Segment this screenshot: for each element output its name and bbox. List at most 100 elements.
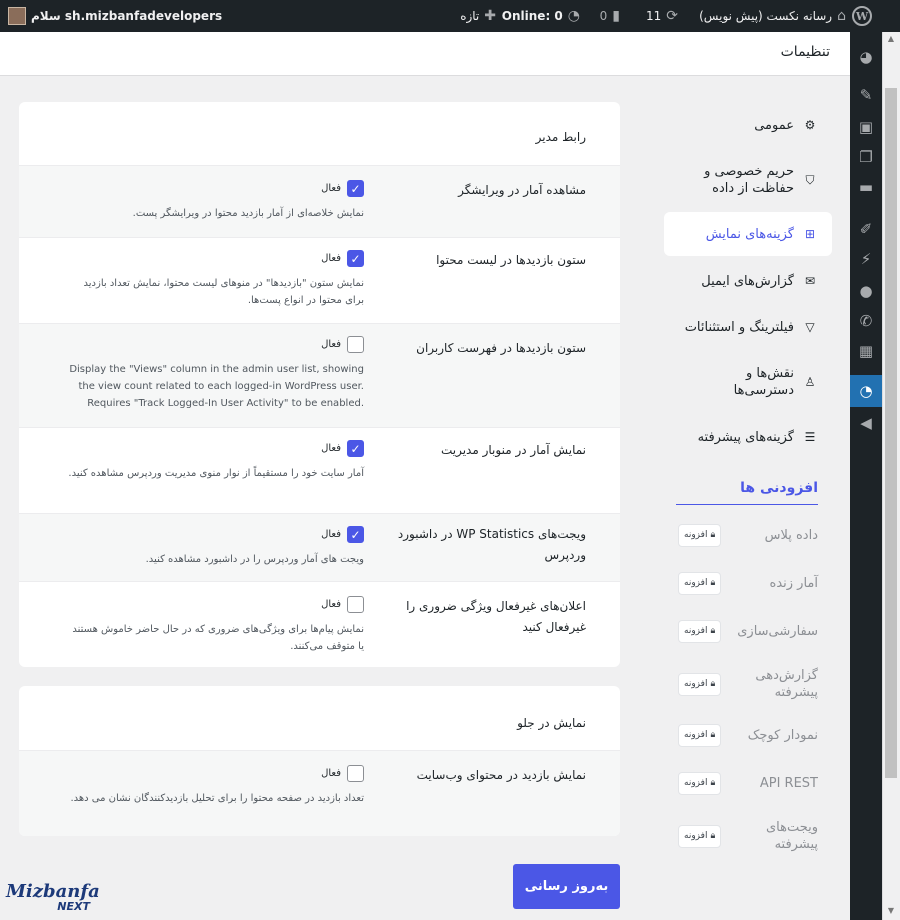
dashboard-icon[interactable]: ◕ bbox=[850, 44, 882, 70]
site-name-menu[interactable]: ⌂ رسانه نکست (پیش نویس) bbox=[699, 0, 846, 32]
shield-icon: ⛉ bbox=[805, 172, 815, 187]
enable-checkbox[interactable]: ✓ bbox=[347, 180, 364, 197]
card-title: نمایش در جلو bbox=[517, 716, 586, 730]
grid-icon: ⊞ bbox=[804, 226, 816, 241]
addon-badge: 🔒︎ افزونه bbox=[678, 672, 722, 696]
enable-checkbox[interactable] bbox=[347, 596, 364, 613]
enable-checkbox[interactable]: ✓ bbox=[347, 440, 364, 457]
addon-label: نمودار کوچک bbox=[747, 727, 818, 743]
lock-icon: 🔒︎ bbox=[710, 625, 716, 636]
brand-line2: NEXT bbox=[57, 900, 90, 913]
enable-checkbox[interactable] bbox=[347, 336, 364, 353]
plus-icon: ✚ bbox=[484, 8, 496, 24]
nav-label: عمومی bbox=[754, 117, 794, 133]
scroll-thumb[interactable] bbox=[885, 88, 897, 778]
tools-icon[interactable]: ✆ bbox=[850, 308, 882, 334]
addon-label: سفارشی‌سازی bbox=[737, 623, 818, 639]
badge-label: افزونه bbox=[684, 729, 708, 740]
nav-roles[interactable]: ♙ نقش‌ها و دسترسی‌ها bbox=[664, 364, 832, 400]
lock-icon: 🔒︎ bbox=[710, 678, 716, 689]
enable-checkbox[interactable] bbox=[347, 765, 364, 782]
badge-label: افزونه bbox=[684, 777, 708, 788]
nav-filtering[interactable]: ▽ فیلترینگ و استثنائات bbox=[664, 318, 832, 336]
comments-menu[interactable]: ▮ 0 bbox=[600, 0, 620, 32]
updates-menu[interactable]: ⟳ 11 bbox=[646, 0, 678, 32]
wordpress-icon: W bbox=[852, 6, 872, 26]
online-count: Online: 0 bbox=[501, 9, 563, 23]
setting-control: فعال تعداد بازدید در صفحه محتوا را برای … bbox=[64, 765, 364, 807]
sliders-icon: ☰ bbox=[804, 429, 816, 444]
addon-mini-chart[interactable]: نمودار کوچک 🔒︎ افزونه bbox=[664, 723, 832, 747]
comments-icon[interactable]: ▬ bbox=[850, 174, 882, 200]
addon-customization[interactable]: سفارشی‌سازی 🔒︎ افزونه bbox=[664, 619, 832, 643]
pages-icon[interactable]: ❐ bbox=[850, 144, 882, 170]
checkbox-label: فعال bbox=[321, 768, 341, 779]
setting-row-disabled-notices: اعلان‌های غیرفعال ویژگی ضروری را غیرفعال… bbox=[19, 581, 620, 667]
scroll-down-icon[interactable]: ▼ bbox=[886, 906, 896, 916]
users-icon[interactable]: ● bbox=[850, 278, 882, 304]
lock-icon: 🔒︎ bbox=[710, 577, 716, 588]
nav-label: نقش‌ها و دسترسی‌ها bbox=[733, 366, 794, 398]
addon-advanced-reporting[interactable]: گزارش‌دهی پیشرفته 🔒︎ افزونه bbox=[664, 666, 832, 702]
setting-description: نمایش خلاصه‌ای از آمار بازدید محتوا در و… bbox=[132, 208, 364, 219]
enable-checkbox[interactable]: ✓ bbox=[347, 250, 364, 267]
update-button[interactable]: به‌روز رسانی bbox=[513, 864, 620, 909]
home-icon: ⌂ bbox=[837, 8, 846, 24]
nav-privacy[interactable]: ⛉ حریم خصوصی و حفاظت از داده bbox=[664, 162, 832, 198]
nav-general[interactable]: ⚙ عمومی bbox=[664, 116, 832, 134]
brand-line1: Mizbanfa bbox=[6, 881, 100, 902]
plugins-icon[interactable]: ⚡ bbox=[850, 246, 882, 272]
wp-logo-menu[interactable]: W bbox=[852, 0, 872, 32]
badge-label: افزونه bbox=[684, 625, 708, 636]
lock-icon: 🔒︎ bbox=[710, 529, 716, 540]
page-header: تنظیمات bbox=[0, 32, 850, 76]
setting-row-views-column: ستون بازدیدها در لیست محتوا ✓ فعال نمایش … bbox=[19, 237, 620, 323]
admin-menu: ◕ ✎ ▣ ❐ ▬ ✐ ⚡ ● ✆ ▦ ◔ ◀ bbox=[850, 32, 882, 920]
brand-logo: Mizbanfa NEXT bbox=[6, 881, 100, 915]
page-scrollbar[interactable]: ▲ ▼ bbox=[882, 32, 900, 920]
badge-label: افزونه bbox=[684, 678, 708, 689]
frontend-display-card: نمایش در جلو نمایش بازدید در محتوای وب‌س… bbox=[19, 686, 620, 836]
setting-row-frontend-views: نمایش بازدید در محتوای وب‌سایت فعال تعدا… bbox=[19, 750, 620, 836]
pin-icon[interactable]: ✎ bbox=[850, 82, 882, 108]
addon-label: ویجت‌های پیشرفته bbox=[765, 820, 818, 852]
my-account-menu[interactable]: سلام sh.mizbanfadevelopers bbox=[8, 0, 222, 32]
updates-count: 11 bbox=[645, 9, 662, 23]
settings-icon[interactable]: ▦ bbox=[850, 338, 882, 364]
addon-label: API REST bbox=[759, 775, 818, 791]
addon-badge: 🔒︎ افزونه bbox=[678, 523, 722, 547]
addon-label: داده پلاس bbox=[764, 527, 818, 543]
checkbox-label: فعال bbox=[321, 599, 341, 610]
addon-badge: 🔒︎ افزونه bbox=[678, 619, 722, 643]
addon-badge: 🔒︎ افزونه bbox=[678, 824, 722, 848]
addon-realtime[interactable]: آمار زنده 🔒︎ افزونه bbox=[664, 571, 832, 595]
setting-row-dashboard-widgets: ویجت‌های WP Statistics در داشبورد وردپرس… bbox=[19, 513, 620, 581]
collapse-menu-icon[interactable]: ◀ bbox=[850, 410, 882, 436]
setting-control: ✓ فعال نمایش خلاصه‌ای از آمار بازدید محتو… bbox=[64, 180, 364, 222]
setting-label: مشاهده آمار در ویرایشگر bbox=[458, 183, 586, 197]
appearance-icon[interactable]: ✐ bbox=[850, 216, 882, 242]
nav-email-reports[interactable]: ✉ گزارش‌های ایمیل bbox=[664, 272, 832, 290]
enable-checkbox[interactable]: ✓ bbox=[347, 526, 364, 543]
addon-badge: 🔒︎ افزونه bbox=[678, 571, 722, 595]
addons-heading: افزودنی ها bbox=[676, 480, 818, 505]
new-content-menu[interactable]: ✚ تازه bbox=[460, 0, 496, 32]
scroll-up-icon[interactable]: ▲ bbox=[886, 34, 896, 44]
setting-description: Display the "Views" column in the admin … bbox=[69, 364, 364, 409]
setting-label: اعلان‌های غیرفعال ویژگی ضروری را غیرفعال… bbox=[406, 599, 586, 634]
user-key-icon: ♙ bbox=[804, 374, 816, 389]
nav-display-options[interactable]: ⊞ گزینه‌های نمایش bbox=[664, 212, 832, 256]
gear-icon: ⚙ bbox=[804, 117, 816, 132]
setting-description: آمار سایت خود را مستقیماً از نوار منوی م… bbox=[68, 468, 364, 479]
addon-advanced-widgets[interactable]: ویجت‌های پیشرفته 🔒︎ افزونه bbox=[664, 818, 832, 854]
setting-control: ✓ فعال نمایش ستون "بازدیدها" در منوهای لی… bbox=[64, 250, 364, 309]
online-menu[interactable]: ◔ Online: 0 bbox=[502, 0, 580, 32]
addon-data-plus[interactable]: داده پلاس 🔒︎ افزونه bbox=[664, 523, 832, 547]
statistics-icon[interactable]: ◔ bbox=[850, 375, 882, 407]
media-icon[interactable]: ▣ bbox=[850, 114, 882, 140]
nav-label: فیلترینگ و استثنائات bbox=[684, 319, 794, 335]
greeting: سلام sh.mizbanfadevelopers bbox=[31, 9, 223, 23]
admin-bar: W ⌂ رسانه نکست (پیش نویس) ⟳ 11 ▮ 0 ◔ Onl… bbox=[0, 0, 900, 32]
addon-rest-api[interactable]: API REST 🔒︎ افزونه bbox=[664, 771, 832, 795]
nav-advanced[interactable]: ☰ گزینه‌های پیشرفته bbox=[664, 428, 832, 446]
